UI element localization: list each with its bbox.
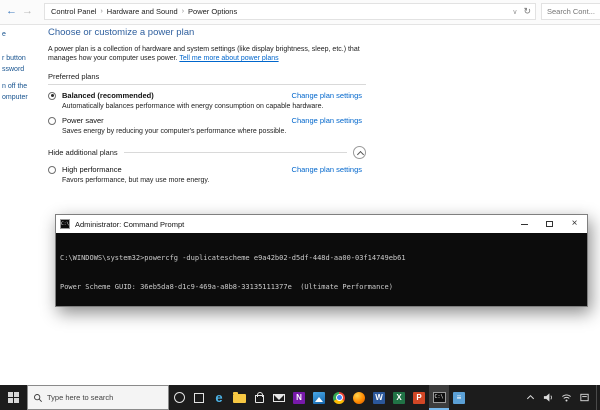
plan-row-balanced: Balanced (recommended) Change plan setti… — [48, 91, 366, 110]
maximize-button[interactable] — [537, 215, 562, 233]
tell-me-more-link[interactable]: Tell me more about power plans — [179, 55, 278, 62]
desktop-screen: ← → Control Panel › Hardware and Sound ›… — [0, 0, 600, 410]
breadcrumb-control-panel[interactable]: Control Panel — [51, 7, 96, 16]
change-plan-settings-link-power-saver[interactable]: Change plan settings — [292, 116, 362, 125]
window-title: Administrator: Command Prompt — [75, 219, 185, 229]
plan-row-power-saver: Power saver Change plan settings Saves e… — [48, 116, 366, 135]
plan-label-high-performance: High performance — [62, 165, 122, 174]
start-button[interactable] — [0, 385, 27, 410]
action-center-icon[interactable] — [579, 392, 590, 403]
firefox-icon[interactable] — [349, 385, 369, 410]
plan-row-high-performance: High performance Change plan settings Fa… — [48, 165, 366, 184]
breadcrumb: Control Panel › Hardware and Sound › Pow… — [44, 3, 536, 20]
edge-icon[interactable]: e — [209, 385, 229, 410]
cortana-button[interactable] — [169, 385, 189, 410]
breadcrumb-power-options[interactable]: Power Options — [188, 7, 237, 16]
volume-icon[interactable] — [543, 392, 554, 403]
tray-chevron-up-icon[interactable] — [525, 392, 536, 403]
plan-description-high-performance: Favors performance, but may use more ene… — [62, 177, 210, 184]
taskbar-app-row: e N W X P C:\ ≡ — [209, 385, 469, 410]
change-plan-settings-link-balanced[interactable]: Change plan settings — [292, 91, 362, 100]
minimize-button[interactable] — [512, 215, 537, 233]
collapse-chevron-up-icon[interactable] — [353, 146, 366, 159]
radio-balanced[interactable] — [48, 91, 56, 100]
maximize-icon — [546, 221, 553, 227]
back-icon[interactable]: ← — [6, 5, 17, 18]
forward-icon[interactable]: → — [22, 5, 33, 18]
taskbar: Type here to search e N W X P C:\ ≡ — [0, 385, 600, 410]
hide-additional-plans-label: Hide additional plans — [48, 148, 118, 157]
radio-power-saver[interactable] — [48, 116, 56, 125]
page-title: Choose or customize a power plan — [48, 27, 195, 38]
radio-high-performance[interactable] — [48, 165, 56, 174]
plan-label-power-saver: Power saver — [62, 116, 104, 125]
sidebar-item-home[interactable]: e — [2, 31, 6, 38]
chrome-icon[interactable] — [329, 385, 349, 410]
sidebar-item-password[interactable]: ssword — [2, 66, 24, 73]
console-output[interactable]: C:\WINDOWS\system32>powercfg -duplicates… — [56, 233, 587, 306]
control-panel-toolbar: ← → Control Panel › Hardware and Sound ›… — [0, 0, 600, 25]
excel-icon[interactable]: X — [389, 385, 409, 410]
word-icon[interactable]: W — [369, 385, 389, 410]
sidebar-item-power-button[interactable]: r button — [2, 55, 26, 62]
control-panel-search-input[interactable] — [541, 3, 600, 20]
search-icon — [34, 393, 42, 402]
power-options-page: Choose or customize a power plan A power… — [48, 27, 378, 184]
store-icon[interactable] — [249, 385, 269, 410]
breadcrumb-hardware-and-sound[interactable]: Hardware and Sound — [107, 7, 178, 16]
preferred-plans-label: Preferred plans — [48, 72, 366, 85]
task-view-button[interactable] — [189, 385, 209, 410]
plan-description-balanced: Automatically balances performance with … — [62, 103, 324, 110]
sidebar-item-turn-off-display[interactable]: n off the — [2, 83, 27, 90]
file-explorer-icon[interactable] — [229, 385, 249, 410]
command-prompt-titlebar[interactable]: C:\ Administrator: Command Prompt × — [56, 215, 587, 233]
hide-additional-plans-section: Hide additional plans — [48, 146, 366, 159]
breadcrumb-separator-icon: › — [181, 8, 185, 15]
cmd-icon[interactable]: C:\ — [429, 385, 449, 410]
close-icon: × — [571, 218, 578, 229]
show-desktop-button[interactable] — [596, 385, 600, 410]
intro-text: A power plan is a collection of hardware… — [48, 45, 378, 63]
powerpoint-icon[interactable]: P — [409, 385, 429, 410]
change-plan-settings-link-high-performance[interactable]: Change plan settings — [292, 165, 362, 174]
cortana-icon — [173, 392, 185, 403]
minimize-icon — [521, 223, 528, 225]
console-line: C:\WINDOWS\system32>powercfg -duplicates… — [60, 254, 406, 262]
network-wifi-icon[interactable] — [561, 392, 572, 403]
system-tray — [525, 385, 596, 410]
refresh-icon[interactable]: ↻ — [523, 6, 531, 17]
divider — [123, 152, 347, 153]
task-view-icon — [194, 392, 204, 403]
address-dropdown-icon[interactable]: ∨ — [512, 8, 517, 16]
close-button[interactable]: × — [562, 215, 587, 233]
taskbar-search-input[interactable]: Type here to search — [27, 385, 169, 410]
command-prompt-window: C:\ Administrator: Command Prompt × C:\W… — [55, 214, 588, 307]
sidebar-item-computer-sleeps[interactable]: omputer — [2, 94, 28, 101]
mail-icon[interactable] — [269, 385, 289, 410]
photos-icon[interactable] — [309, 385, 329, 410]
plan-label-balanced: Balanced (recommended) — [62, 91, 154, 100]
plan-description-power-saver: Saves energy by reducing your computer's… — [62, 128, 287, 135]
cmd-window-icon: C:\ — [60, 219, 70, 229]
onenote-icon[interactable]: N — [289, 385, 309, 410]
breadcrumb-separator-icon: › — [100, 8, 103, 15]
windows-logo-icon — [8, 392, 19, 403]
notepad-icon[interactable]: ≡ — [449, 385, 469, 410]
console-line: Power Scheme GUID: 36eb5da8-d1c9-469a-a8… — [60, 282, 393, 291]
taskbar-search-placeholder: Type here to search — [47, 393, 114, 402]
